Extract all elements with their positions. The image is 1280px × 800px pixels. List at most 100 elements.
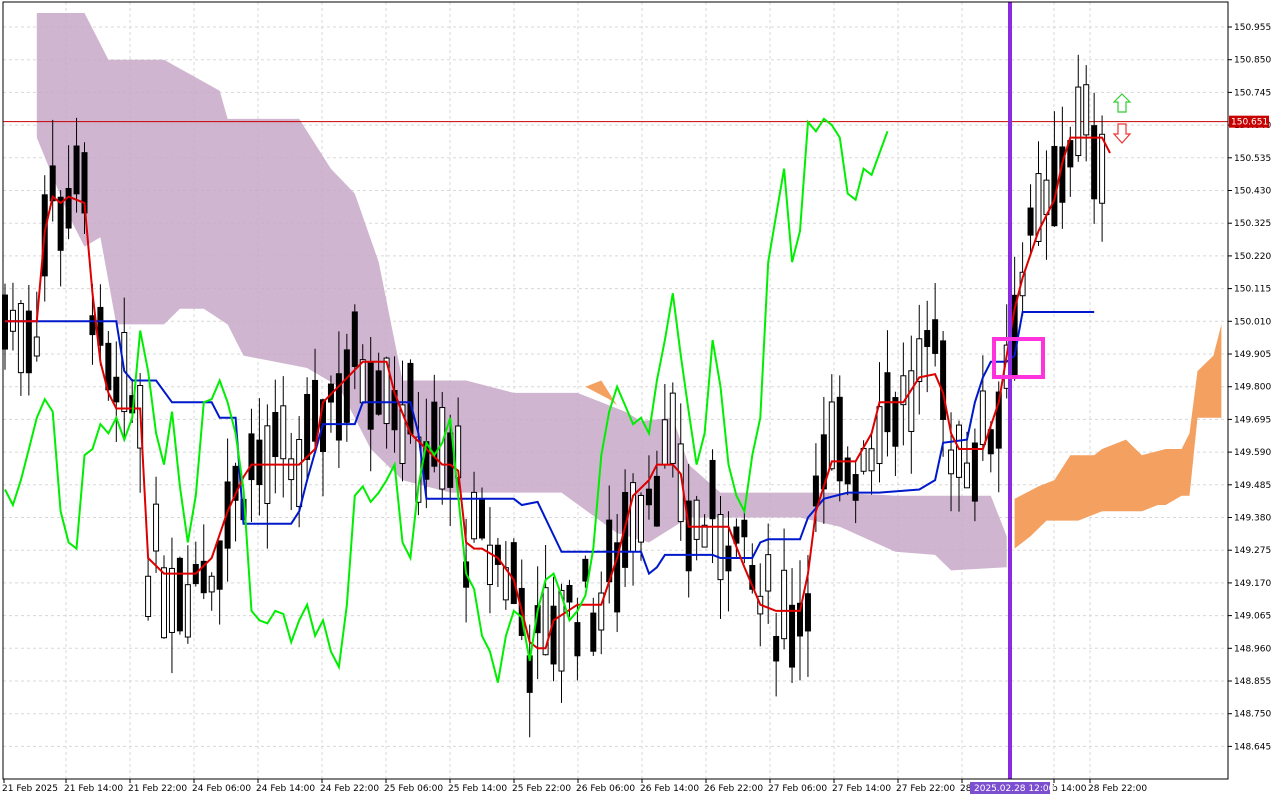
candle-body — [804, 593, 811, 632]
candle-body — [876, 406, 883, 465]
candle-body — [296, 439, 303, 508]
candle-body — [709, 459, 716, 520]
candle-body — [781, 569, 788, 640]
candle-body — [272, 411, 279, 458]
x-tick-label: 24 Feb 22:00 — [320, 784, 379, 794]
candle-body — [256, 439, 263, 486]
x-tick-label: b 14:00 — [1052, 784, 1087, 794]
y-tick-label: 149.905 — [1234, 350, 1271, 360]
current-price-tag: 150.651 — [1229, 115, 1269, 128]
candle-body — [892, 397, 899, 447]
candle-body — [359, 359, 366, 404]
candle-body — [1027, 207, 1034, 236]
x-tick-label: 24 Feb 14:00 — [256, 784, 315, 794]
cursor-time-label: 2025.02.28 12:00 — [974, 784, 1055, 794]
y-tick-label: 150.115 — [1234, 285, 1271, 295]
candle-body — [1075, 86, 1082, 157]
ichimoku-chart[interactable]: 150.955150.850150.745150.640150.535150.4… — [0, 0, 1280, 800]
candle-body — [638, 494, 644, 543]
candle-body — [566, 585, 573, 603]
x-tick-label: 26 Feb 22:00 — [704, 784, 763, 794]
candle-body — [208, 575, 215, 593]
candle-body — [908, 370, 915, 432]
candle-body — [510, 542, 517, 604]
candle-body — [765, 554, 772, 592]
candle-body — [168, 567, 175, 633]
x-tick-label: 25 Feb 06:00 — [384, 784, 443, 794]
candle-body — [113, 376, 120, 403]
candle-body — [17, 303, 24, 374]
arrow-down-icon — [1112, 123, 1132, 144]
candle-body — [693, 499, 700, 540]
x-tick-label: 25 Feb 22:00 — [512, 784, 571, 794]
y-tick-label: 149.170 — [1234, 579, 1271, 589]
y-tick-label: 150.535 — [1234, 154, 1271, 164]
y-tick-label: 149.485 — [1234, 481, 1271, 491]
candle-body — [161, 567, 167, 639]
y-tick-label: 148.960 — [1234, 644, 1271, 654]
x-tick-label: 26 Feb 06:00 — [576, 784, 635, 794]
candle-body — [486, 544, 493, 586]
candle-body — [868, 448, 875, 472]
candle-body — [932, 319, 939, 354]
candle-body — [979, 390, 986, 446]
y-tick-label: 149.590 — [1234, 448, 1271, 458]
y-tick-label: 150.850 — [1234, 56, 1271, 66]
x-tick-label: 28 — [960, 784, 972, 794]
candle-body — [153, 503, 160, 552]
y-tick-label: 148.855 — [1234, 677, 1271, 687]
x-tick-label: 21 Feb 2025 — [2, 784, 58, 794]
candle-body — [971, 442, 978, 502]
signal-arrows — [1112, 93, 1132, 144]
candle-body — [924, 330, 931, 347]
candle-body — [526, 655, 533, 693]
candle-body — [288, 458, 295, 481]
candle-body — [669, 392, 676, 464]
candle-body — [280, 405, 287, 460]
candle-body — [812, 475, 819, 507]
y-tick-label: 149.380 — [1234, 514, 1271, 524]
candle-body — [828, 401, 835, 470]
y-tick-label: 148.645 — [1234, 742, 1271, 752]
candle-body — [479, 498, 485, 539]
candle-body — [852, 474, 859, 501]
candle-body — [304, 393, 311, 461]
y-tick-label: 150.745 — [1234, 88, 1271, 98]
candle-body — [33, 336, 40, 357]
candle-body — [590, 612, 597, 652]
candle-body — [1043, 179, 1050, 216]
candle-body — [343, 349, 350, 423]
candle-body — [741, 519, 748, 538]
candle-body — [773, 635, 780, 662]
y-tick-label: 149.800 — [1234, 383, 1271, 393]
x-tick-label: 21 Feb 14:00 — [64, 784, 123, 794]
candle-body — [351, 311, 358, 367]
candle-body — [653, 475, 660, 527]
candle-body — [645, 488, 652, 506]
x-tick-label: 25 Feb 14:00 — [448, 784, 507, 794]
candle-body — [367, 362, 374, 430]
candle-body — [145, 575, 152, 617]
y-tick-label: 149.695 — [1234, 415, 1271, 425]
candle-body — [948, 449, 955, 475]
highlight-box — [992, 337, 1045, 379]
candle-body — [375, 370, 382, 415]
arrow-up-icon — [1112, 93, 1132, 113]
candle-body — [1083, 84, 1090, 136]
cloud-bearish — [36, 13, 1007, 571]
candle-body — [582, 558, 589, 582]
candle-body — [550, 605, 557, 665]
y-tick-label: 150.010 — [1234, 317, 1271, 327]
candle-body — [65, 187, 72, 229]
candle-body — [916, 338, 923, 383]
candle-body — [439, 407, 446, 490]
candle-body — [701, 524, 708, 548]
candle-body — [661, 419, 668, 466]
candle-body — [407, 362, 414, 435]
current-price-label: 150.651 — [1231, 118, 1268, 128]
candle-body — [312, 379, 319, 442]
y-tick-label: 150.220 — [1234, 252, 1271, 262]
y-tick-label: 150.430 — [1234, 187, 1271, 197]
candle-body — [574, 622, 581, 657]
candle-body — [216, 540, 223, 590]
